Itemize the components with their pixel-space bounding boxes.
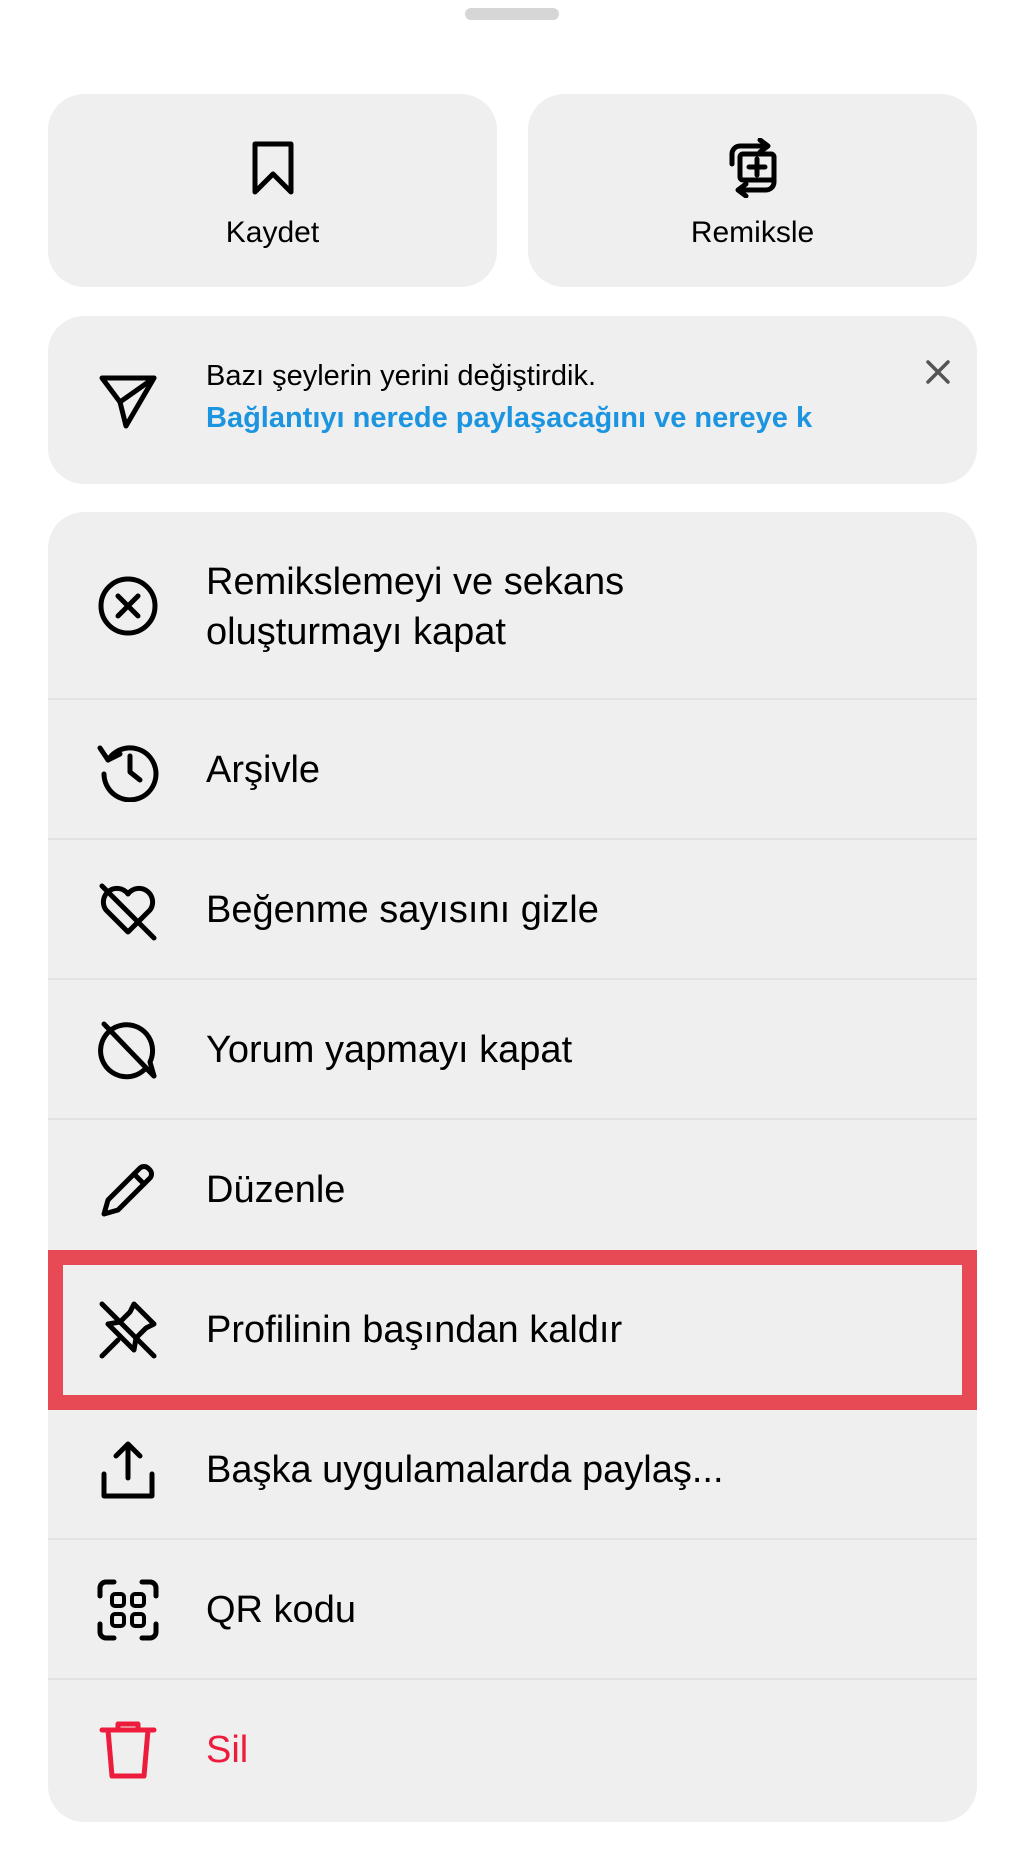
menu-item-edit[interactable]: Düzenle [48, 1120, 977, 1260]
remix-label: Remiksle [690, 216, 815, 249]
share-icon [96, 1438, 160, 1502]
menu-item-label: Sil [206, 1729, 249, 1771]
notice-link[interactable]: Bağlantıyı nerede paylaşacağını ve nerey… [206, 402, 921, 435]
menu-item-label: Beğenme sayısını gizle [206, 889, 599, 931]
menu-item-archive[interactable]: Arşivle [48, 700, 977, 840]
bookmark-icon [241, 136, 305, 200]
menu-item-disable-remix[interactable]: Remikslemeyi ve sekans oluşturmayı kapat [48, 512, 977, 700]
send-icon [96, 368, 160, 432]
archive-history-icon [96, 738, 160, 803]
menu-item-hide-likes[interactable]: Beğenme sayısını gizle [48, 840, 977, 980]
comment-off-icon [96, 1018, 160, 1082]
options-menu: Remikslemeyi ve sekans oluşturmayı kapat… [48, 512, 977, 1822]
unpin-icon [96, 1298, 160, 1362]
menu-item-label: Profilinin başından kaldır [206, 1309, 623, 1351]
menu-item-disable-comments[interactable]: Yorum yapmayı kapat [48, 980, 977, 1120]
menu-item-qr-code[interactable]: QR kodu [48, 1540, 977, 1680]
menu-item-label: Yorum yapmayı kapat [206, 1029, 573, 1071]
pencil-icon [96, 1158, 160, 1222]
save-button[interactable]: Kaydet [48, 94, 497, 287]
close-icon[interactable] [918, 352, 958, 392]
remix-icon [721, 136, 785, 200]
menu-item-unpin[interactable]: Profilinin başından kaldır [48, 1260, 977, 1400]
sheet-grabber[interactable] [465, 8, 559, 20]
trash-icon [96, 1718, 160, 1782]
notice-banner[interactable]: Bazı şeylerin yerini değiştirdik. Bağlan… [48, 316, 977, 484]
menu-item-label: QR kodu [206, 1589, 356, 1631]
qr-code-icon [96, 1578, 160, 1642]
menu-item-label: Düzenle [206, 1169, 346, 1211]
menu-item-label: Remikslemeyi ve sekans oluşturmayı kapat [206, 561, 625, 653]
notice-title: Bazı şeylerin yerini değiştirdik. [206, 360, 597, 392]
save-label: Kaydet [225, 216, 320, 249]
circle-x-icon [96, 574, 160, 638]
remix-button[interactable]: Remiksle [528, 94, 977, 287]
menu-item-delete[interactable]: Sil [48, 1680, 977, 1822]
menu-item-label: Başka uygulamalarda paylaş... [206, 1449, 724, 1491]
menu-item-label: Arşivle [206, 749, 321, 791]
action-sheet: Kaydet Remiksle Bazı şeylerin yerini değ… [0, 0, 1024, 1849]
menu-item-share[interactable]: Başka uygulamalarda paylaş... [48, 1400, 977, 1540]
heart-off-icon [96, 878, 160, 942]
